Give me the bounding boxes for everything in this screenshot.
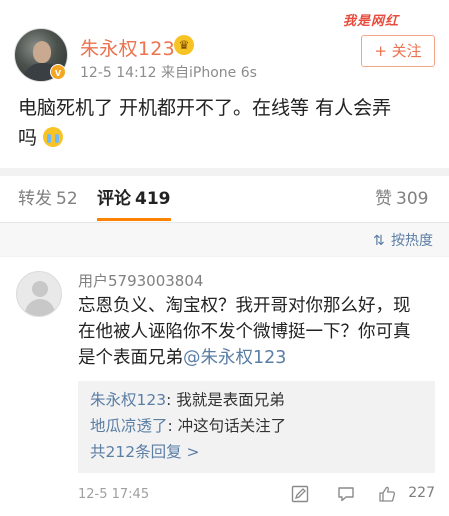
tab-comments[interactable]: 评论 419 bbox=[97, 184, 171, 209]
sort-by-hot-button[interactable]: ⇅ 按热度 bbox=[373, 230, 433, 250]
reply-username[interactable]: 朱永权123 bbox=[90, 391, 166, 409]
tab-label: 赞 bbox=[375, 189, 392, 209]
post-tabs: 转发 52 评论 419 赞 309 bbox=[0, 176, 449, 222]
tab-likes[interactable]: 赞 309 bbox=[375, 184, 428, 209]
comment-time: 12-5 17:45 bbox=[78, 487, 150, 502]
post-text: 电脑死机了 开机都开不了。在线等 有人会弄 吗 bbox=[18, 93, 433, 153]
default-avatar-body bbox=[25, 299, 55, 316]
thumbs-up-icon[interactable] bbox=[378, 485, 396, 503]
like-count: 227 bbox=[408, 485, 435, 501]
comment-text: 忘恩负义、淘宝权？我开哥对你那么好，现 在他被人诬陷你不发个微博挺一下？你可真 … bbox=[78, 293, 438, 371]
mention-link[interactable]: @朱永权123 bbox=[183, 348, 286, 368]
tab-label: 评论 bbox=[97, 189, 131, 209]
comment-text-line2: 在他被人诬陷你不发个微博挺一下？你可真 bbox=[78, 322, 411, 342]
crown-emoji-icon: ♛ bbox=[174, 35, 194, 55]
default-avatar-head bbox=[32, 281, 48, 297]
reply-edit-icon[interactable] bbox=[291, 485, 309, 503]
comment-text-line1: 忘恩负义、淘宝权？我开哥对你那么好，现 bbox=[78, 296, 411, 316]
reply-item[interactable]: 朱永权123: 我就是表面兄弟 bbox=[90, 387, 423, 413]
reply-item[interactable]: 地瓜凉透了: 冲这句话关注了 bbox=[90, 413, 423, 439]
reply-username[interactable]: 地瓜凉透了 bbox=[90, 417, 168, 435]
tab-count: 419 bbox=[135, 189, 171, 209]
weibo-post: 我是网红 v 朱永权123 ♛ 12-5 14:12 来自iPhone 6s +… bbox=[0, 0, 449, 168]
comment-icon[interactable] bbox=[337, 485, 355, 503]
sort-icon: ⇅ bbox=[373, 233, 385, 249]
post-username[interactable]: 朱永权123 bbox=[80, 34, 175, 61]
reply-text: : 我就是表面兄弟 bbox=[166, 391, 285, 409]
sort-bar: ⇅ 按热度 bbox=[0, 222, 449, 256]
avatar-face bbox=[33, 41, 51, 63]
more-replies-link[interactable]: 共212条回复 > bbox=[90, 439, 423, 465]
reply-text: : 冲这句话关注了 bbox=[167, 417, 287, 435]
tab-count: 52 bbox=[56, 189, 78, 209]
post-text-line2: 吗 bbox=[18, 127, 38, 149]
tab-label: 转发 bbox=[18, 189, 52, 209]
crying-emoji-icon bbox=[43, 127, 64, 147]
comment-item: 用户5793003804 忘恩负义、淘宝权？我开哥对你那么好，现 在他被人诬陷你… bbox=[0, 257, 449, 516]
commenter-avatar[interactable] bbox=[16, 271, 62, 317]
comment-text-line3: 是个表面兄弟 bbox=[78, 348, 183, 368]
tab-reposts[interactable]: 转发 52 bbox=[18, 184, 78, 209]
commenter-username[interactable]: 用户5793003804 bbox=[78, 270, 203, 291]
replies-box[interactable]: 朱永权123: 我就是表面兄弟 地瓜凉透了: 冲这句话关注了 共212条回复 > bbox=[78, 381, 435, 473]
post-text-line1: 电脑死机了 开机都开不了。在线等 有人会弄 bbox=[18, 97, 392, 119]
watermark: 我是网红 bbox=[343, 13, 400, 28]
verified-badge-icon: v bbox=[50, 64, 66, 80]
active-tab-indicator bbox=[97, 218, 171, 221]
tab-count: 309 bbox=[396, 189, 429, 209]
comment-actions: 227 bbox=[275, 483, 435, 505]
sort-label: 按热度 bbox=[391, 233, 433, 249]
post-meta: 12-5 14:12 来自iPhone 6s bbox=[80, 65, 257, 81]
follow-button[interactable]: + 关注 bbox=[361, 35, 435, 67]
